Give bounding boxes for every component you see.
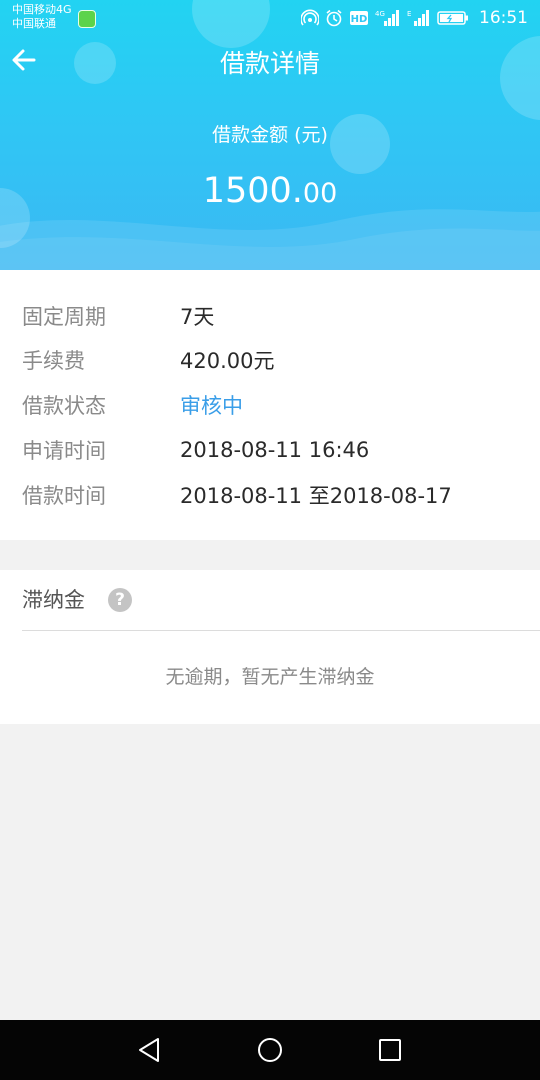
- detail-row-apply-time: 申请时间 2018-08-11 16:46: [0, 428, 540, 472]
- detail-value: 420.00元: [180, 349, 275, 373]
- hotspot-icon: [301, 9, 319, 26]
- late-fee-empty-text: 无逾期，暂无产生滞纳金: [165, 666, 375, 688]
- loan-details-card: 固定周期 7天 手续费 420.00元 借款状态 审核中 申请时间 2018-0…: [0, 270, 540, 540]
- detail-value: 2018-08-11 至2018-08-17: [180, 484, 452, 508]
- amount-integer: 1500.: [202, 171, 303, 211]
- alarm-icon: [326, 9, 342, 27]
- late-fee-card: 滞纳金 ? 无逾期，暂无产生滞纳金: [0, 570, 540, 724]
- carrier-secondary: 中国联通: [12, 17, 56, 30]
- detail-row-loan-time: 借款时间 2018-08-11 至2018-08-17: [0, 473, 540, 517]
- signal-4g-icon: 4G: [375, 10, 399, 26]
- detail-label: 申请时间: [22, 439, 106, 463]
- battery-icon: [437, 11, 468, 25]
- carrier-primary: 中国移动4G: [12, 3, 72, 16]
- svg-text:HD: HD: [351, 14, 368, 25]
- detail-label: 借款状态: [22, 394, 106, 418]
- status-icons: HD 4G E 16:51: [301, 6, 528, 30]
- detail-value: 7天: [180, 305, 215, 329]
- detail-row-period: 固定周期 7天: [0, 294, 540, 338]
- status-bar: 中国移动4G 中国联通 HD 4G E 16:51: [0, 0, 540, 36]
- detail-row-status: 借款状态 审核中: [0, 383, 540, 427]
- recents-square-icon[interactable]: [374, 1034, 406, 1066]
- divider: [22, 630, 540, 631]
- carrier-info: 中国移动4G 中国联通: [12, 3, 72, 31]
- late-fee-title: 滞纳金: [22, 588, 85, 612]
- question-circle-icon[interactable]: ?: [108, 588, 132, 612]
- loan-amount: 1500.00: [0, 166, 540, 222]
- detail-label: 借款时间: [22, 484, 106, 508]
- system-nav-bar: [0, 1020, 540, 1080]
- svg-text:E: E: [407, 10, 411, 18]
- hd-icon: HD: [350, 11, 368, 25]
- signal-e-icon: E: [407, 10, 429, 26]
- page-title: 借款详情: [219, 49, 320, 78]
- detail-value: 2018-08-11 16:46: [180, 438, 370, 462]
- detail-label: 手续费: [22, 349, 85, 373]
- status-time: 16:51: [479, 8, 528, 28]
- detail-label: 固定周期: [22, 305, 106, 329]
- home-circle-icon[interactable]: [254, 1034, 286, 1066]
- loan-detail-screen: 中国移动4G 中国联通 HD 4G E 16:51 借款详情 借款金额 (元) …: [0, 0, 540, 1080]
- back-triangle-icon[interactable]: [134, 1034, 166, 1066]
- wechat-notification-icon: [78, 10, 96, 28]
- header-banner: 中国移动4G 中国联通 HD 4G E 16:51 借款详情 借款金额 (元) …: [0, 0, 540, 270]
- status-value: 审核中: [180, 394, 243, 418]
- amount-decimal: 00: [302, 178, 338, 209]
- detail-row-fee: 手续费 420.00元: [0, 338, 540, 382]
- svg-text:4G: 4G: [375, 10, 385, 18]
- amount-label: 借款金额 (元): [212, 124, 328, 146]
